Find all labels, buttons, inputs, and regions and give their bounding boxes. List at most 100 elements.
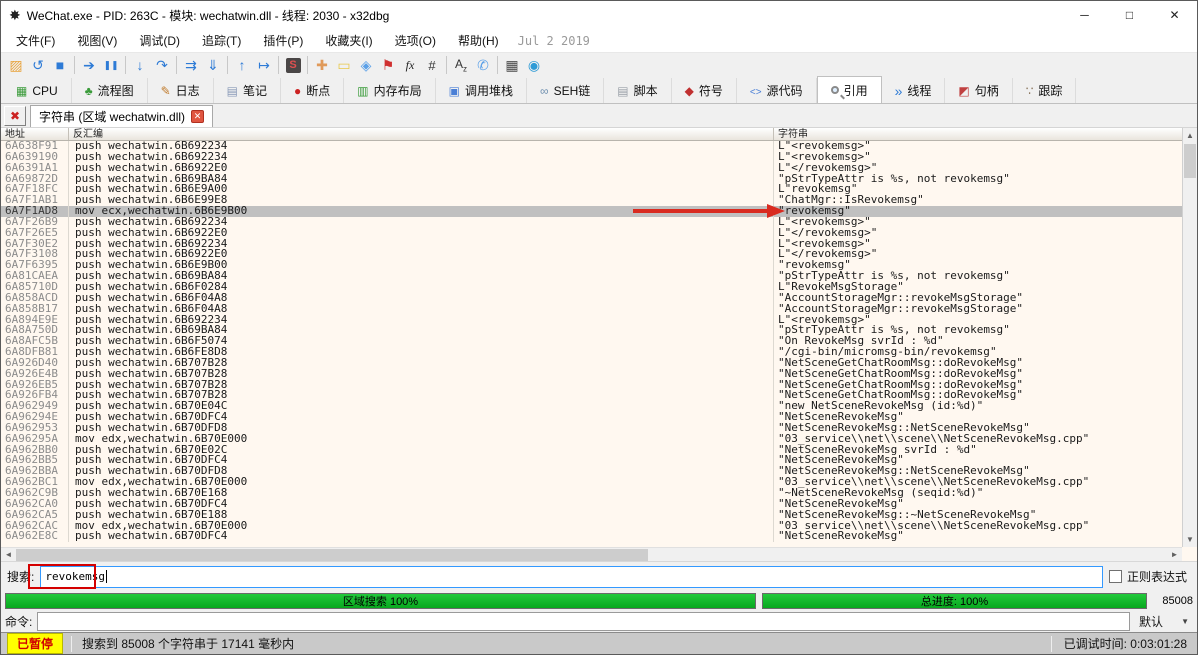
column-header-address[interactable]: 地址	[1, 128, 69, 140]
run-icon[interactable]: ➔	[78, 54, 100, 76]
tab-SEH链[interactable]: ∞ SEH链	[527, 78, 605, 103]
table-row[interactable]: 6A962E8C push wechatwin.6B70DFC4 "NetScene…	[1, 531, 1182, 543]
search-input[interactable]: revokemsg	[40, 565, 1103, 588]
command-profile-dropdown[interactable]: 默认 ▼	[1135, 612, 1193, 631]
table-row[interactable]: 6A81CAEA push wechatwin.6B69BA84 "pStrType…	[1, 271, 1182, 282]
tab-跟踪[interactable]: ∵ 跟踪	[1013, 78, 1077, 103]
tab-句柄[interactable]: ◩ 句柄	[945, 78, 1013, 103]
seh-breakpoint-icon[interactable]: S	[282, 54, 304, 76]
menu-item-选[interactable]: 选项(O)	[384, 29, 447, 53]
scroll-right-icon[interactable]: ►	[1167, 548, 1182, 562]
table-row[interactable]: 6A962C9B push wechatwin.6B70E168 "~NetScen…	[1, 488, 1182, 499]
table-row[interactable]: 6A8A750D push wechatwin.6B69BA84 "pStrType…	[1, 325, 1182, 337]
pause-icon[interactable]: ❚❚	[100, 54, 122, 76]
table-row[interactable]: 6A858B17 push wechatwin.6B6F04A8 "AccountS…	[1, 303, 1182, 315]
table-row[interactable]: 6A858ACD push wechatwin.6B6F04A8 "AccountS…	[1, 292, 1182, 304]
step-out-icon[interactable]: ↑	[231, 54, 253, 76]
patches-icon[interactable]: ✚	[311, 54, 333, 76]
tab-内存布局[interactable]: ▥ 内存布局	[344, 78, 436, 103]
tab-流程图[interactable]: ♣ 流程图	[72, 78, 148, 103]
tab-源代码[interactable]: <> 源代码	[737, 78, 817, 103]
internet-icon[interactable]: ◉	[523, 54, 545, 76]
close-button[interactable]: ✕	[1152, 1, 1197, 29]
menu-item-调[interactable]: 调试(D)	[128, 29, 191, 53]
table-row[interactable]: 6A962953 push wechatwin.6B70DFD8 "NetScene…	[1, 422, 1182, 434]
tab-线程[interactable]: » 线程	[882, 78, 946, 103]
column-header-string[interactable]: 字符串	[774, 128, 1197, 140]
table-row[interactable]: 6A962CAC mov edx,wechatwin.6B70E000 "03_se…	[1, 520, 1182, 532]
run-until-icon[interactable]: ⇉	[180, 54, 202, 76]
table-row[interactable]: 6A962BB5 push wechatwin.6B70DFC4 "NetScene…	[1, 455, 1182, 467]
step-into-icon[interactable]: ↓	[129, 54, 151, 76]
table-row[interactable]: 6A96295A mov edx,wechatwin.6B70E000 "03_se…	[1, 433, 1182, 445]
table-row[interactable]: 6A926E4B push wechatwin.6B707B28 "NetScene…	[1, 368, 1182, 380]
menu-item-文[interactable]: 文件(F)	[5, 29, 66, 53]
comments-icon[interactable]: ▭	[333, 54, 355, 76]
table-row[interactable]: 6A7F26B9 push wechatwin.6B692234 L"<revoke…	[1, 216, 1182, 228]
tab-断点[interactable]: ● 断点	[281, 78, 345, 103]
menu-item-帮[interactable]: 帮助(H)	[447, 29, 510, 53]
labels-icon[interactable]: ◈	[355, 54, 377, 76]
stop-icon[interactable]: ■	[49, 54, 71, 76]
menu-item-追[interactable]: 追踪(T)	[191, 29, 252, 53]
table-row[interactable]: 6A962BB0 push wechatwin.6B70E02C "NetScene…	[1, 444, 1182, 456]
table-row[interactable]: 6A926FB4 push wechatwin.6B707B28 "NetScene…	[1, 390, 1182, 402]
table-row[interactable]: 6A962CA5 push wechatwin.6B70E188 "NetScene…	[1, 509, 1182, 521]
table-row[interactable]: 6A962949 push wechatwin.6B70E04C "new NetS…	[1, 401, 1182, 413]
table-row-selected[interactable]: 6A7F1AD8 mov ecx,wechatwin.6B6E9B00 "revok…	[1, 206, 1182, 217]
table-row[interactable]: 6A96294E push wechatwin.6B70DFC4 "NetScene…	[1, 412, 1182, 423]
hash-icon[interactable]: #	[421, 54, 443, 76]
menu-item-视[interactable]: 视图(V)	[66, 29, 128, 53]
calculator-icon[interactable]: ▦	[501, 54, 523, 76]
table-row[interactable]: 6A962BC1 mov edx,wechatwin.6B70E000 "03_se…	[1, 477, 1182, 488]
open-folder-icon[interactable]: ▨	[5, 54, 27, 76]
table-row[interactable]: 6A8DFB81 push wechatwin.6B6FE8D8 "/cgi-bin…	[1, 347, 1182, 358]
bookmarks-icon[interactable]: ⚑	[377, 54, 399, 76]
menu-item-收[interactable]: 收藏夹(I)	[314, 29, 383, 53]
table-row[interactable]: 6A639190 push wechatwin.6B692234 L"<revoke…	[1, 151, 1182, 163]
run-to-user-code-icon[interactable]: ↦	[253, 54, 275, 76]
regex-checkbox[interactable]	[1108, 570, 1122, 583]
scroll-up-icon[interactable]: ▲	[1183, 128, 1197, 143]
tab-CPU[interactable]: ▦ CPU	[3, 78, 72, 103]
table-row[interactable]: 6A6391A1 push wechatwin.6B6922E0 L"</revok…	[1, 162, 1182, 174]
table-row[interactable]: 6A962BBA push wechatwin.6B70DFD8 "NetScene…	[1, 466, 1182, 478]
tab-引用[interactable]: 引用	[816, 76, 882, 103]
close-all-references-button[interactable]: ✖	[4, 105, 26, 126]
table-row[interactable]: 6A894E9E push wechatwin.6B692234 L"<revoke…	[1, 314, 1182, 326]
tab-日志[interactable]: ✎ 日志	[148, 78, 214, 103]
minimize-button[interactable]: ─	[1062, 1, 1107, 29]
tab-符号[interactable]: ◆ 符号	[672, 78, 737, 103]
vertical-scrollbar[interactable]: ▲ ▼	[1182, 128, 1197, 547]
table-row[interactable]: 6A7F18FC push wechatwin.6B6E9A00 L"revokem…	[1, 184, 1182, 196]
table-row[interactable]: 6A7F30E2 push wechatwin.6B692234 L"<revoke…	[1, 238, 1182, 250]
tab-笔记[interactable]: ▤ 笔记	[214, 78, 282, 103]
table-row[interactable]: 6A85710D push wechatwin.6B6F0284 L"RevokeM…	[1, 281, 1182, 293]
command-input[interactable]	[37, 612, 1130, 631]
table-row[interactable]: 6A926D40 push wechatwin.6B707B28 "NetScene…	[1, 357, 1182, 369]
menu-item-插[interactable]: 插件(P)	[252, 29, 314, 53]
step-over-icon[interactable]: ↷	[151, 54, 173, 76]
scroll-left-icon[interactable]: ◄	[1, 548, 16, 562]
table-row[interactable]: 6A7F6395 push wechatwin.6B6E9B00 "revokems…	[1, 260, 1182, 272]
vertical-scrollbar-thumb[interactable]	[1184, 144, 1196, 178]
close-tab-icon[interactable]: ✕	[191, 109, 205, 123]
restart-icon[interactable]: ↺	[27, 54, 49, 76]
tab-调用堆栈[interactable]: ▣ 调用堆栈	[436, 78, 527, 103]
horizontal-scrollbar-thumb[interactable]	[16, 548, 648, 561]
table-row[interactable]: 6A8AFC5B push wechatwin.6B6F5074 "On Revok…	[1, 336, 1182, 348]
tab-strings-region[interactable]: 字符串 (区域 wechatwin.dll) ✕	[30, 104, 214, 127]
functions-icon[interactable]: fx	[399, 54, 421, 76]
tab-脚本[interactable]: ▤ 脚本	[604, 78, 672, 103]
maximize-button[interactable]: □	[1107, 1, 1152, 29]
table-row[interactable]: 6A7F1AB1 push wechatwin.6B6E99E8 "ChatMgr:…	[1, 195, 1182, 207]
table-row[interactable]: 6A69872D push wechatwin.6B69BA84 "pStrType…	[1, 173, 1182, 185]
table-row[interactable]: 6A926EB5 push wechatwin.6B707B28 "NetScene…	[1, 379, 1182, 391]
strings-icon[interactable]: Az	[450, 54, 472, 76]
horizontal-scrollbar[interactable]: ◄ ►	[1, 547, 1182, 561]
table-row[interactable]: 6A962CA0 push wechatwin.6B70DFC4 "NetScene…	[1, 498, 1182, 510]
table-row[interactable]: 6A638F91 push wechatwin.6B692234 L"<revoke…	[1, 141, 1182, 152]
modules-icon[interactable]: ✆	[472, 54, 494, 76]
column-header-disassembly[interactable]: 反汇编	[69, 128, 774, 140]
execute-till-return-icon[interactable]: ⇓	[202, 54, 224, 76]
